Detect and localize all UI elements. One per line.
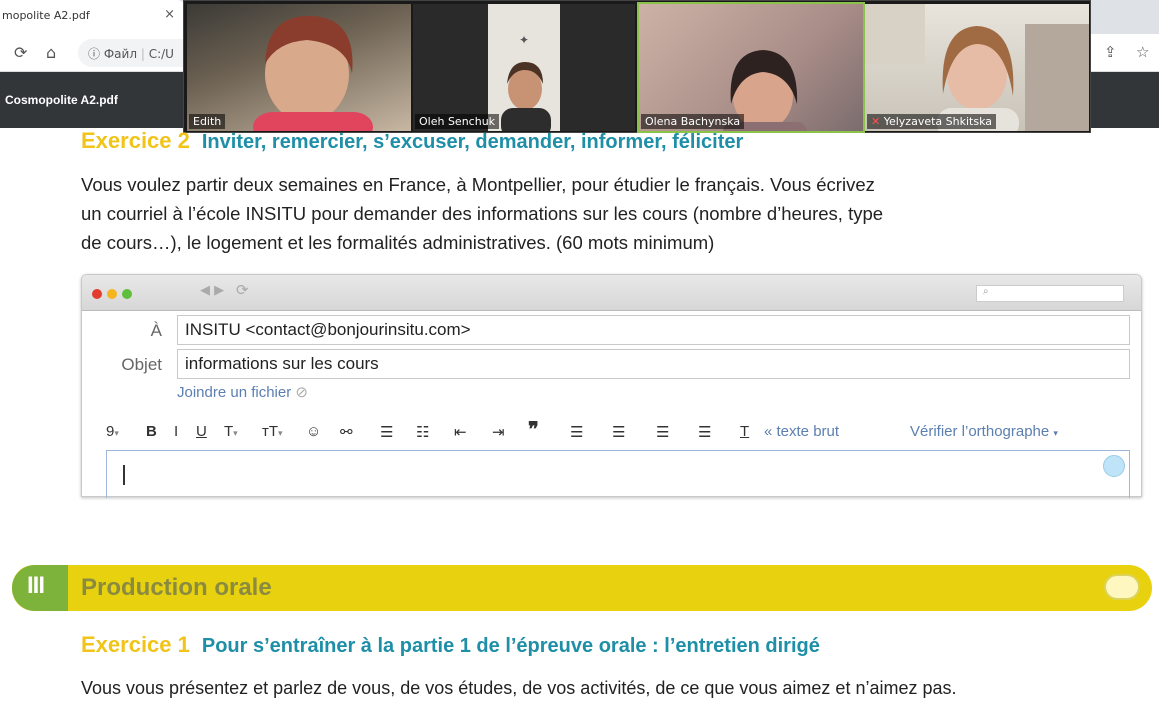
spellcheck-link: Vérifier l’orthographe ▾ [910,423,1058,440]
exercise-1-instructions: Vous vous présentez et parlez de vous, d… [81,678,957,698]
star-icon[interactable]: ☆ [1136,43,1149,61]
exercise-heading: Inviter, remercier, s’excuser, demander,… [201,131,744,153]
address-path: C:/U [148,47,174,61]
plain-text-link: « texte brut [764,423,840,440]
instruction-line: Vous voulez partir deux semaines en Fran… [81,174,875,195]
participant-name: ✕ Yelyzaveta Shkitska [867,114,996,129]
text-cursor [123,465,125,485]
refresh-icon: ⟳ [236,281,249,299]
participant-tile-yelyzaveta[interactable]: ✕ Yelyzaveta Shkitska [865,4,1089,131]
home-icon[interactable]: ⌂ [46,43,56,62]
message-body [106,450,1130,498]
participant-video: ✦ [488,4,560,131]
chevron-down-icon: ▾ [233,428,238,438]
tab-title: mopolite A2.pdf [2,9,90,22]
outdent-icon: ⇤ [454,424,467,441]
text-color-label: T [224,423,234,440]
paperclip-icon: ⊘ [295,384,308,401]
align-center-icon: ☰ [612,424,626,441]
text-size-label: тT [262,423,279,440]
screen: mopolite A2.pdf × ⟳ ⌂ ⓘ Файл | C:/U ⇪ ☆ … [0,0,1159,722]
participant-tile-olena[interactable]: Olena Bachynska [637,2,865,133]
participant-video [253,15,373,131]
spellcheck-label: Vérifier l’orthographe [910,423,1050,440]
participant-video [723,50,807,131]
exercise-2-instructions: Vous voulez partir deux semaines en Fran… [81,170,883,257]
address-separator: | [140,47,145,61]
numbered-list-icon: ☰ [380,424,394,441]
participant-tile-edith[interactable]: Edith [187,4,411,131]
video-call-strip: Edith ✦ Oleh Senchuk Olena Bachynska ✕ Y… [183,0,1091,133]
exercise-number: Exercice 2 [81,128,190,153]
attach-file-link: Joindre un fichier ⊘ [177,383,308,401]
address-bar[interactable]: ⓘ Файл | C:/U [78,39,198,67]
section-numeral: III [27,572,45,599]
italic-button: I [174,423,179,440]
address-scheme: Файл [103,47,137,61]
to-label: À [150,321,162,340]
bold-button: B [146,423,157,440]
emoji-icon: ☺ [306,423,322,440]
section-title: Production orale [81,574,272,601]
info-icon[interactable]: ⓘ [88,47,100,61]
participant-video [865,4,1089,131]
text-size-button: тT▾ [262,423,283,440]
email-window-bar: ◀ ▶ ⟳ ⌕ [82,275,1141,311]
minimize-dot-icon [107,289,117,299]
align-right-icon: ☰ [656,424,670,441]
speech-bubble-icon [1104,574,1140,600]
quote-icon: ❞ [528,419,539,441]
svg-text:✦: ✦ [519,33,529,47]
subject-field: informations sur les cours [177,349,1130,379]
close-tab-icon[interactable]: × [164,7,175,22]
participant-name: Oleh Senchuk [415,114,500,129]
align-left-icon: ☰ [570,424,584,441]
justify-icon: ☰ [698,424,712,441]
mail-search-field: ⌕ [976,285,1124,302]
exercise-heading: Pour s’entraîner à la partie 1 de l’épre… [201,635,820,657]
instruction-line: de cours…), le logement et les formalité… [81,232,715,253]
participant-name-text: Yelyzaveta Shkitska [883,115,992,128]
mic-muted-icon: ✕ [871,115,881,128]
exercise-2-title: Exercice 2 Inviter, remercier, s’excuser,… [81,128,743,154]
instruction-line: un courriel à l’école INSITU pour demand… [81,203,884,224]
participant-name: Edith [189,114,226,129]
subject-label: Objet [121,355,162,374]
maximize-dot-icon [122,289,132,299]
chevron-down-icon: ▾ [278,428,283,438]
indent-icon: ⇥ [492,424,505,441]
font-size-select: 9▾ [106,423,119,440]
bullet-list-icon: ☷ [416,424,430,441]
chevron-down-icon: ▾ [1053,428,1058,438]
participant-tile-oleh[interactable]: ✦ Oleh Senchuk [413,4,635,131]
link-icon: ⚯ [340,424,353,441]
back-forward-icon: ◀ ▶ [200,283,225,298]
attach-label: Joindre un fichier [177,384,292,401]
pdf-title: Cosmopolite A2.pdf [5,93,118,107]
section-banner: III Production orale [12,565,1152,611]
to-field: INSITU <contact@bonjourinsitu.com> [177,315,1130,345]
exercise-1-title: Exercice 1 Pour s’entraîner à la partie 1… [81,632,820,658]
scroll-knob [1103,455,1125,477]
exercise-number: Exercice 1 [81,632,190,657]
close-dot-icon [92,289,102,299]
reload-icon[interactable]: ⟳ [14,43,27,62]
share-icon[interactable]: ⇪ [1104,43,1117,61]
section-number-tab: III [12,565,68,611]
email-composer: ◀ ▶ ⟳ ⌕ À INSITU <contact@bonjourinsitu.… [81,274,1142,498]
text-color-button: T▾ [224,423,238,440]
chevron-down-icon: ▾ [114,428,119,438]
underline-button: U [196,423,207,440]
clear-format-icon: T [740,423,750,440]
browser-tab[interactable]: mopolite A2.pdf × [0,0,185,34]
participant-name: Olena Bachynska [641,114,745,129]
